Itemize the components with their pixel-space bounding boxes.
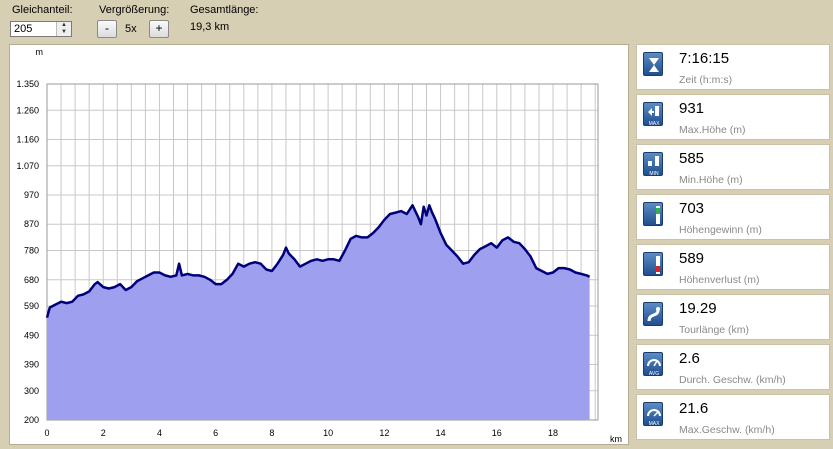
y-tick-label: 1.350: [16, 79, 39, 89]
avg-speed-icon: AVG: [643, 352, 663, 377]
hourglass-icon: [643, 52, 663, 76]
x-tick-label: 8: [269, 428, 274, 438]
stat-value: 585: [679, 150, 705, 167]
svg-text:MAX: MAX: [649, 121, 661, 127]
max-altitude-icon: MAX: [643, 102, 663, 127]
stat-card: 589 Höhenverlust (m): [636, 244, 830, 290]
y-tick-label: 590: [24, 301, 39, 311]
stat-label: Max.Geschw. (km/h): [679, 424, 775, 436]
stat-card: 7:16:15 Zeit (h:m:s): [636, 44, 830, 90]
stat-value: 21.6: [679, 400, 709, 417]
svg-text:MAX: MAX: [649, 421, 661, 427]
stat-value: 703: [679, 200, 705, 217]
stat-value: 931: [679, 100, 705, 117]
y-tick-label: 300: [24, 386, 39, 396]
x-tick-label: 14: [436, 428, 446, 438]
elevation-chart: 2003003904905906807808709701.0701.1601.2…: [16, 47, 622, 444]
offset-input[interactable]: 205: [14, 23, 32, 35]
y-tick-label: 780: [24, 246, 39, 256]
zoom-in-button[interactable]: +: [149, 20, 169, 38]
stat-label: Tourlänge (km): [679, 324, 750, 336]
route-distance-icon: [643, 302, 663, 326]
x-tick-label: 4: [157, 428, 162, 438]
stat-label: Min.Höhe (m): [679, 174, 743, 186]
x-axis-label: km: [610, 434, 622, 444]
zoom-out-button[interactable]: -: [97, 20, 117, 38]
stat-value: 589: [679, 250, 705, 267]
stat-card: MIN 585 Min.Höhe (m): [636, 144, 830, 190]
stat-card: MAX 931 Max.Höhe (m): [636, 94, 830, 140]
stat-value: 19.29: [679, 300, 717, 317]
offset-label: Gleichanteil:: [12, 4, 73, 16]
stat-label: Zeit (h:m:s): [679, 74, 733, 86]
y-tick-label: 1.260: [16, 105, 39, 115]
x-tick-label: 6: [213, 428, 218, 438]
y-tick-label: 680: [24, 275, 39, 285]
stat-label: Durch. Geschw. (km/h): [679, 374, 786, 386]
y-tick-label: 390: [24, 359, 39, 369]
stat-label: Höhenverlust (m): [679, 274, 760, 286]
offset-stepper[interactable]: 205 ▲ ▼: [10, 21, 72, 37]
y-axis-ticks: 200 300 390 490 590 680 780 870 970 1.070 1.160 1.2…: [16, 79, 39, 425]
total-length-label: Gesamtlänge:: [190, 4, 259, 16]
elevation-gain-icon: [643, 202, 663, 226]
total-length-value: 19,3 km: [190, 21, 230, 33]
y-tick-label: 490: [24, 330, 39, 340]
svg-text:MIN: MIN: [649, 171, 659, 177]
y-tick-label: 1.160: [16, 135, 39, 145]
x-axis-ticks: 0 2 4 6 8 10 12 14 16 18: [44, 428, 558, 438]
y-tick-label: 970: [24, 190, 39, 200]
svg-text:AVG: AVG: [649, 371, 659, 377]
stat-label: Max.Höhe (m): [679, 124, 746, 136]
stat-card: 19.29 Tourlänge (km): [636, 294, 830, 340]
stat-card: 703 Höhengewinn (m): [636, 194, 830, 240]
y-tick-label: 870: [24, 219, 39, 229]
stepper-down-icon[interactable]: ▼: [57, 29, 71, 36]
stepper-arrows[interactable]: ▲ ▼: [56, 22, 71, 36]
x-tick-label: 18: [548, 428, 558, 438]
x-tick-label: 12: [379, 428, 389, 438]
stat-label: Höhengewinn (m): [679, 224, 762, 236]
y-tick-label: 1.070: [16, 161, 39, 171]
x-tick-label: 16: [492, 428, 502, 438]
stat-value: 7:16:15: [679, 50, 730, 67]
x-tick-label: 2: [101, 428, 106, 438]
y-tick-label: 200: [24, 415, 39, 425]
x-tick-label: 10: [323, 428, 333, 438]
stat-card: AVG 2.6 Durch. Geschw. (km/h): [636, 344, 830, 390]
min-altitude-icon: MIN: [643, 152, 663, 177]
elevation-chart-panel: 200 300 390 490 590 680 780 870 970 1.070 1.160 1.2…: [9, 44, 629, 445]
toolbar: Gleichanteil: 205 ▲ ▼ Vergrößerung: - 5x…: [0, 0, 833, 42]
stat-value: 2.6: [679, 350, 700, 367]
x-tick-label: 0: [44, 428, 49, 438]
max-speed-icon: MAX: [643, 402, 663, 427]
y-axis-label: m: [36, 47, 44, 57]
elevation-loss-icon: [643, 252, 663, 276]
zoom-label: Vergrößerung:: [99, 4, 170, 16]
zoom-value: 5x: [125, 23, 137, 35]
stat-card: MAX 21.6 Max.Geschw. (km/h): [636, 394, 830, 440]
